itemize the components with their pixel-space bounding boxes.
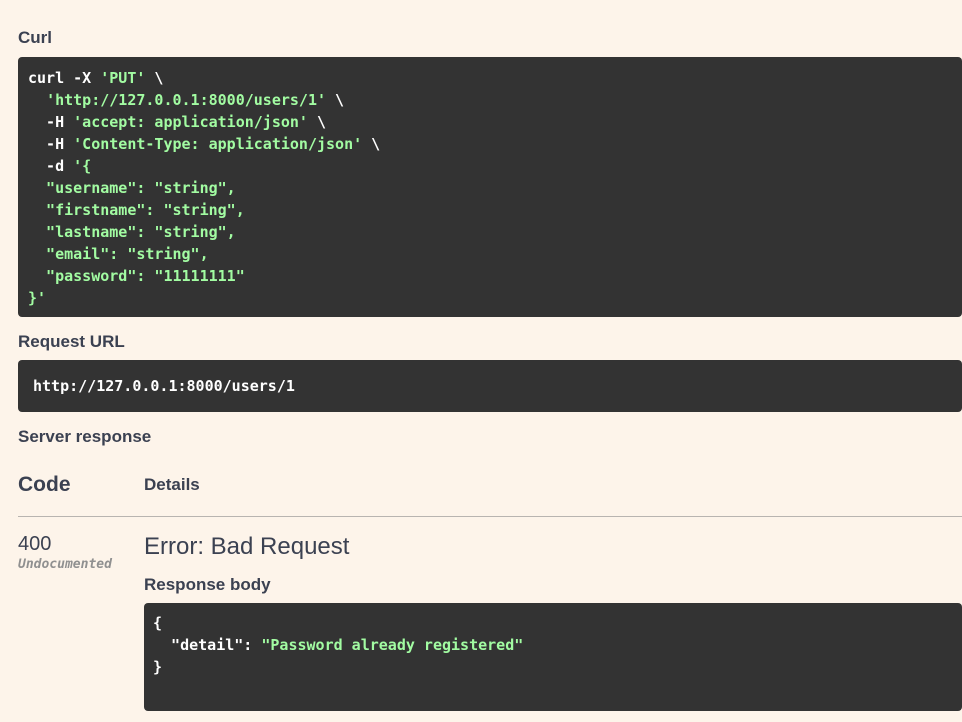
- response-body-code-block[interactable]: { "detail": "Password already registered…: [144, 603, 962, 711]
- code-token: \: [307, 113, 327, 131]
- code-line: "lastname": "string",: [28, 221, 952, 243]
- code-token: "detail":: [153, 636, 262, 654]
- code-string-token: "password": "11111111": [28, 267, 245, 285]
- code-line: }: [153, 656, 953, 678]
- code-string-token: '{: [73, 157, 92, 175]
- table-divider: [18, 516, 962, 517]
- column-header-details: Details: [144, 475, 200, 494]
- code-token: \: [145, 69, 164, 87]
- code-string-token: "lastname": "string",: [28, 223, 236, 241]
- code-line: }': [28, 287, 952, 309]
- code-line: "detail": "Password already registered": [153, 634, 953, 656]
- code-line: -d '{: [28, 155, 952, 177]
- code-string-token: 'PUT': [100, 69, 146, 87]
- code-line: -H 'Content-Type: application/json' \: [28, 133, 952, 155]
- code-token: -d: [28, 157, 74, 175]
- response-status-code: 400: [18, 533, 52, 555]
- code-string-token: 'http://127.0.0.1:8000/users/1': [46, 91, 327, 109]
- code-token: -H: [28, 135, 74, 153]
- code-token: -H: [28, 113, 74, 131]
- code-line: curl -X 'PUT' \: [28, 67, 952, 89]
- code-line: "username": "string",: [28, 177, 952, 199]
- error-title: Error: Bad Request: [144, 533, 350, 560]
- code-token: }: [153, 658, 163, 676]
- code-line: 'http://127.0.0.1:8000/users/1' \: [28, 89, 952, 111]
- code-string-token: "username": "string",: [28, 179, 236, 197]
- request-url-value[interactable]: http://127.0.0.1:8000/users/1: [18, 360, 962, 412]
- code-token: \: [326, 91, 345, 109]
- code-line: "password": "11111111": [28, 265, 952, 287]
- code-line: {: [153, 612, 953, 634]
- code-string-token: "email": "string",: [28, 245, 209, 263]
- code-line: "firstname": "string",: [28, 199, 952, 221]
- column-header-code: Code: [18, 473, 71, 496]
- code-string-token: "Password already registered": [261, 636, 524, 654]
- server-response-label: Server response: [18, 427, 152, 446]
- response-body-label: Response body: [144, 575, 271, 594]
- response-code-note: Undocumented: [18, 557, 112, 572]
- code-token: \: [362, 135, 381, 153]
- code-string-token: 'accept: application/json': [73, 113, 308, 131]
- code-string-token: "firstname": "string",: [28, 201, 245, 219]
- code-line: -H 'accept: application/json' \: [28, 111, 952, 133]
- code-token: {: [153, 614, 163, 632]
- curl-label: Curl: [18, 28, 52, 47]
- curl-code-block[interactable]: curl -X 'PUT' \ 'http://127.0.0.1:8000/u…: [18, 57, 962, 317]
- code-string-token: }': [28, 289, 47, 307]
- code-line: "email": "string",: [28, 243, 952, 265]
- code-token: curl -X: [28, 69, 101, 87]
- code-string-token: 'Content-Type: application/json': [73, 135, 363, 153]
- request-url-label: Request URL: [18, 332, 125, 351]
